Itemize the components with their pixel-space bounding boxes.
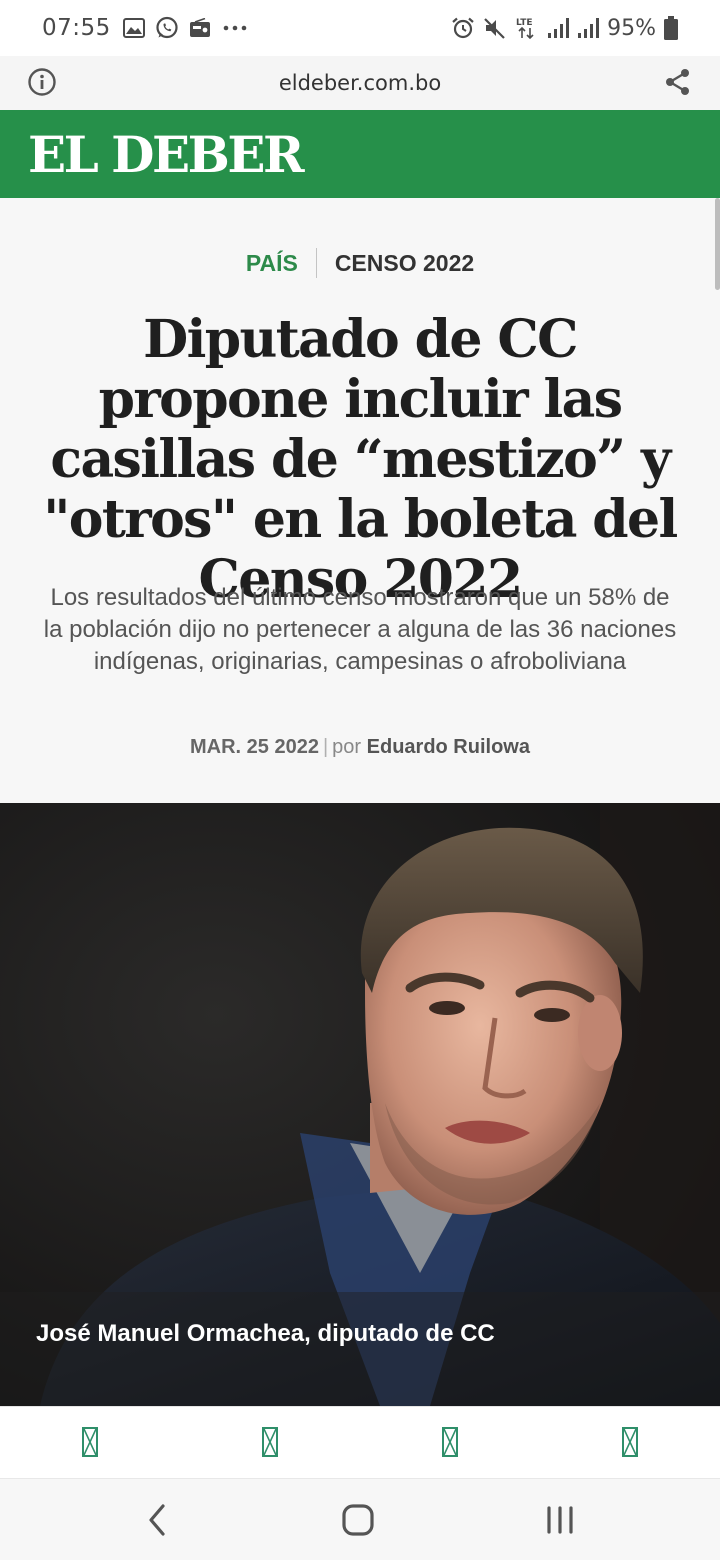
url-text[interactable]: eldeber.com.bo — [279, 71, 441, 95]
share-icon[interactable] — [664, 68, 692, 96]
article-headline: Diputado de CC propone incluir las casil… — [43, 309, 678, 610]
system-nav-bar — [0, 1478, 720, 1560]
whatsapp-icon — [155, 16, 179, 40]
category-link-pais[interactable]: PAÍS — [246, 250, 298, 277]
category-row: PAÍS CENSO 2022 — [0, 248, 720, 278]
missing-glyph-icon[interactable] — [82, 1427, 98, 1457]
missing-glyph-icon[interactable] — [442, 1427, 458, 1457]
status-bar: 07:55 LTE 95% — [0, 0, 720, 56]
publish-date: MAR. 25 2022 — [190, 736, 319, 758]
byline: MAR. 25 2022 | por Eduardo Ruilowa — [0, 736, 720, 759]
battery-percent: 95% — [607, 15, 656, 41]
category-divider — [315, 248, 317, 278]
battery-icon — [664, 16, 678, 40]
photo-caption: José Manuel Ormachea, diputado de CC — [36, 1320, 495, 1347]
article-header: PAÍS CENSO 2022 Diputado de CC propone i… — [0, 198, 720, 803]
url-bar: eldeber.com.bo — [0, 56, 720, 110]
info-icon[interactable] — [27, 67, 57, 97]
bottom-toolbar — [0, 1406, 720, 1478]
mute-icon — [483, 16, 507, 40]
byline-divider: | — [322, 736, 329, 758]
more-dots-icon — [221, 24, 249, 32]
lte-icon: LTE — [515, 15, 539, 41]
missing-glyph-icon[interactable] — [262, 1427, 278, 1457]
alarm-icon — [451, 16, 475, 40]
category-link-censo[interactable]: CENSO 2022 — [335, 250, 474, 277]
home-icon[interactable] — [340, 1502, 378, 1543]
byline-prefix: por — [332, 736, 362, 758]
gallery-icon — [122, 18, 145, 38]
missing-glyph-icon[interactable] — [622, 1427, 638, 1457]
svg-text:LTE: LTE — [516, 18, 533, 28]
status-right-icons: LTE 95% — [451, 15, 678, 41]
signal-icon — [547, 17, 570, 39]
article-summary: Los resultados del último censo mostraro… — [43, 584, 677, 675]
recent-apps-icon[interactable] — [544, 1503, 578, 1542]
signal-icon — [577, 17, 600, 39]
brand-header: EL DEBER — [0, 110, 720, 198]
status-left-icons — [122, 16, 249, 40]
site-logo[interactable]: EL DEBER — [28, 125, 305, 184]
radio-icon — [189, 18, 211, 38]
status-time: 07:55 — [42, 15, 111, 41]
author-name[interactable]: Eduardo Ruilowa — [367, 736, 530, 758]
hero-image: José Manuel Ormachea, diputado de CC — [0, 803, 720, 1406]
back-icon[interactable] — [144, 1502, 170, 1543]
